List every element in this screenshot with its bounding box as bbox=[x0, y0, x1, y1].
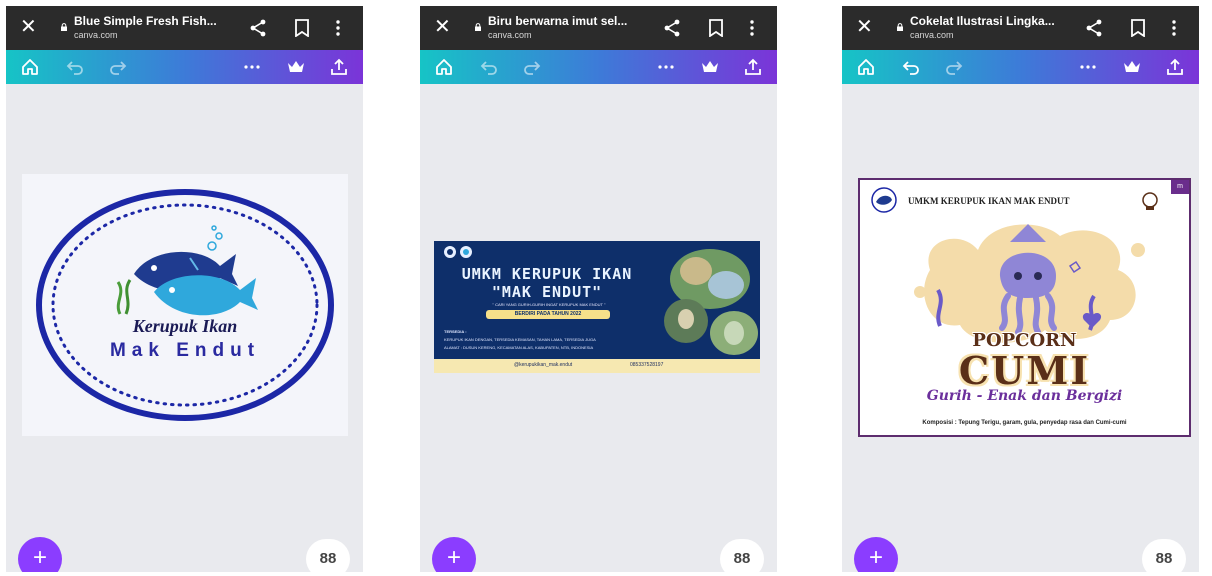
close-tab-icon[interactable]: ✕ bbox=[434, 17, 451, 37]
more-dots-icon[interactable] bbox=[242, 57, 262, 77]
logo-line-1: Kerupuk Ikan bbox=[132, 316, 238, 336]
page-title[interactable]: Cokelat Ilustrasi Lingka... bbox=[910, 14, 1070, 28]
screenshot-stage: ✕ Blue Simple Fresh Fish... canva.com Ke… bbox=[0, 0, 1212, 576]
more-dots-icon[interactable] bbox=[656, 57, 676, 77]
more-vert-icon[interactable] bbox=[333, 18, 343, 38]
bookmark-icon[interactable] bbox=[294, 19, 310, 37]
home-icon[interactable] bbox=[434, 57, 454, 77]
share-icon[interactable] bbox=[662, 18, 682, 38]
share-icon[interactable] bbox=[248, 18, 268, 38]
poster-composition: Komposisi : Tepung Terigu, garam, gula, … bbox=[922, 420, 1127, 426]
banner-since-pill: BERDIRI PADA TAHUN 2022 bbox=[486, 310, 610, 319]
logo-line-2: Mak Endut bbox=[109, 340, 261, 361]
poster-line-2: CUMI bbox=[958, 348, 1091, 393]
upload-icon[interactable] bbox=[1165, 57, 1185, 77]
close-tab-icon[interactable]: ✕ bbox=[20, 17, 37, 37]
banner-footer: @kerupukikan_mak.endut 085337528197 bbox=[434, 359, 760, 373]
lock-icon bbox=[475, 23, 481, 31]
lock-icon bbox=[897, 23, 903, 31]
undo-icon[interactable] bbox=[901, 57, 921, 77]
phone-screen-3: ✕ Cokelat Ilustrasi Lingka... canva.com bbox=[842, 6, 1199, 572]
crown-icon[interactable] bbox=[700, 57, 720, 77]
banner-info-label: TERSEDIA : bbox=[444, 329, 467, 334]
poster-corner-badge: m bbox=[1171, 180, 1189, 194]
bookmark-icon[interactable] bbox=[1130, 19, 1146, 37]
browser-url-bar: ✕ Blue Simple Fresh Fish... canva.com bbox=[6, 6, 363, 50]
canva-toolbar bbox=[6, 50, 363, 84]
poster-tagline: Gurih - Enak dan Bergizi bbox=[926, 388, 1123, 404]
pages-grid-button[interactable]: 88 bbox=[1142, 539, 1186, 572]
phone-screen-1: ✕ Blue Simple Fresh Fish... canva.com Ke… bbox=[6, 6, 363, 572]
more-dots-icon[interactable] bbox=[1078, 57, 1098, 77]
redo-icon[interactable] bbox=[944, 57, 964, 77]
banner-phone-number: 085337528197 bbox=[630, 362, 664, 368]
banner-decoration bbox=[444, 246, 758, 355]
redo-icon[interactable] bbox=[108, 57, 128, 77]
undo-icon[interactable] bbox=[65, 57, 85, 77]
home-icon[interactable] bbox=[20, 57, 40, 77]
undo-icon[interactable] bbox=[479, 57, 499, 77]
banner-info-line-1: KERUPUK IKAN DENGAN, TERSEDIA KEMASAN, T… bbox=[444, 337, 596, 342]
page-domain[interactable]: canva.com bbox=[488, 30, 532, 40]
share-icon[interactable] bbox=[1084, 18, 1104, 38]
pages-grid-button[interactable]: 88 bbox=[306, 539, 350, 572]
bookmark-icon[interactable] bbox=[708, 19, 724, 37]
design-fish-logo[interactable]: Kerupuk Ikan Mak Endut bbox=[22, 174, 348, 436]
pages-grid-button[interactable]: 88 bbox=[720, 539, 764, 572]
design-banner[interactable]: UMKM KERUPUK IKAN "MAK ENDUT" " CARI YAN… bbox=[434, 241, 760, 373]
design-popcorn-cumi[interactable]: UMKM KERUPUK IKAN MAK ENDUT m POPCORN CU… bbox=[858, 178, 1191, 437]
canva-toolbar bbox=[842, 50, 1199, 84]
browser-url-bar: ✕ Cokelat Ilustrasi Lingka... canva.com bbox=[842, 6, 1199, 50]
browser-url-bar: ✕ Biru berwarna imut sel... canva.com bbox=[420, 6, 777, 50]
lock-icon bbox=[61, 23, 67, 31]
banner-title-line-1: UMKM KERUPUK IKAN bbox=[461, 265, 633, 283]
page-domain[interactable]: canva.com bbox=[74, 30, 118, 40]
canva-toolbar bbox=[420, 50, 777, 84]
banner-social-handle: @kerupukikan_mak.endut bbox=[514, 362, 573, 368]
poster-header: UMKM KERUPUK IKAN MAK ENDUT bbox=[908, 196, 1070, 206]
more-vert-icon[interactable] bbox=[747, 18, 757, 38]
logo-circle-frame bbox=[36, 189, 334, 421]
phone-screen-2: ✕ Biru berwarna imut sel... canva.com UM… bbox=[420, 6, 777, 572]
banner-info-line-2: ALAMAT : DUSUN KERENG, KECAMATAN ALAS, K… bbox=[444, 345, 594, 350]
redo-icon[interactable] bbox=[522, 57, 542, 77]
page-title[interactable]: Blue Simple Fresh Fish... bbox=[74, 14, 234, 28]
page-title[interactable]: Biru berwarna imut sel... bbox=[488, 14, 648, 28]
banner-title-line-2: "MAK ENDUT" bbox=[491, 283, 603, 301]
more-vert-icon[interactable] bbox=[1169, 18, 1179, 38]
upload-icon[interactable] bbox=[743, 57, 763, 77]
upload-icon[interactable] bbox=[329, 57, 349, 77]
close-tab-icon[interactable]: ✕ bbox=[856, 17, 873, 37]
home-icon[interactable] bbox=[856, 57, 876, 77]
page-domain[interactable]: canva.com bbox=[910, 30, 954, 40]
crown-icon[interactable] bbox=[1122, 57, 1142, 77]
crown-icon[interactable] bbox=[286, 57, 306, 77]
banner-tagline: " CARI YANG GURIH-GURIH INGAT KERUPUK MA… bbox=[492, 302, 606, 307]
